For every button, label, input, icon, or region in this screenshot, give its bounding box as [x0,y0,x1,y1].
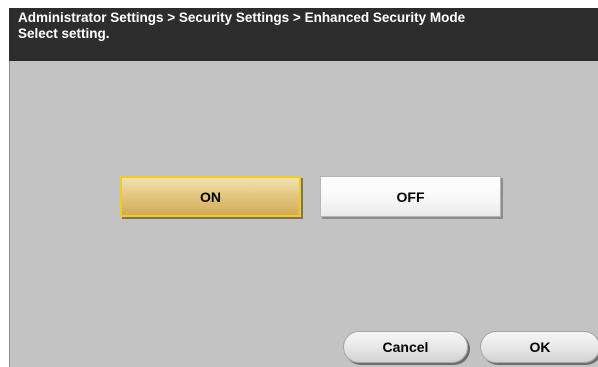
cancel-button[interactable]: Cancel [343,331,468,363]
enhanced-security-mode-screen: Administrator Settings > Security Settin… [0,0,598,367]
on-option-label: ON [200,188,221,205]
ok-button-label: OK [529,339,551,355]
off-option-label: OFF [396,188,425,205]
settings-panel: ON OFF Cancel OK [9,61,598,367]
ok-button[interactable]: OK [480,331,598,363]
breadcrumb: Administrator Settings > Security Settin… [18,10,466,25]
title-bar: Administrator Settings > Security Settin… [9,8,598,61]
instruction-text: Select setting. [18,26,110,41]
on-option-button[interactable]: ON [120,176,301,217]
off-option-button[interactable]: OFF [320,176,501,217]
cancel-button-label: Cancel [382,339,429,355]
